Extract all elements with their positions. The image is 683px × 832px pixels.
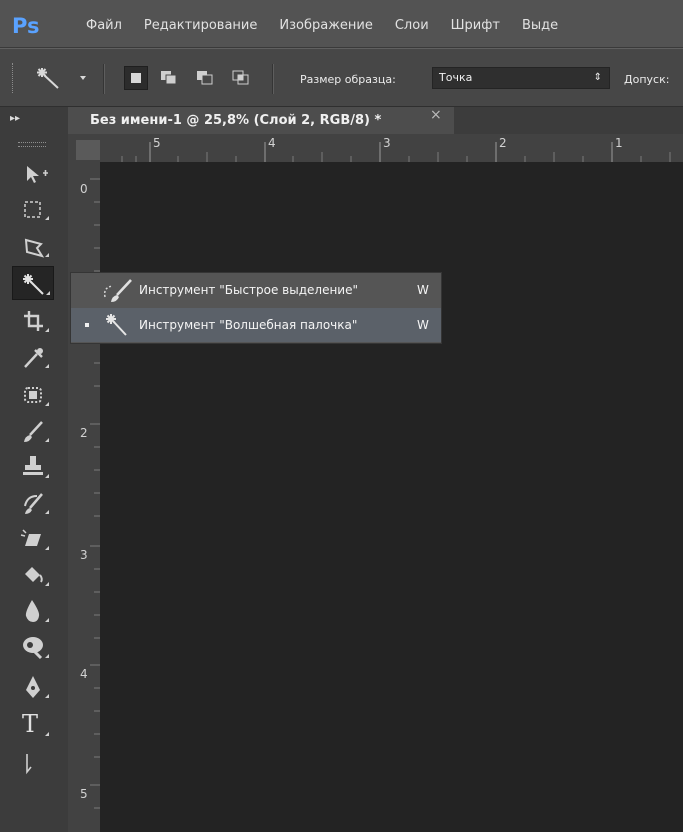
tools-panel: T xyxy=(0,134,68,832)
options-separator xyxy=(103,64,105,94)
eyedropper-tool-icon[interactable] xyxy=(12,340,54,374)
new-selection-button[interactable] xyxy=(124,66,148,90)
vertical-ruler-ticks xyxy=(90,178,100,809)
sample-size-select[interactable]: Точка ⇕ xyxy=(432,67,610,89)
intersect-selection-button[interactable] xyxy=(230,66,254,90)
document-tab-bar: ▸▸ Без имени-1 @ 25,8% (Слой 2, RGB/8) *… xyxy=(0,106,683,135)
paint-bucket-tool-icon[interactable] xyxy=(12,558,54,592)
move-tool-icon[interactable] xyxy=(12,156,54,190)
menu-items: Файл Редактирование Изображение Слои Шри… xyxy=(86,18,558,33)
healing-brush-tool-icon[interactable] xyxy=(12,378,54,412)
quick-selection-shortcut: W xyxy=(417,283,429,297)
stamp-tool-icon[interactable] xyxy=(12,450,54,484)
ruler-label: 2 xyxy=(80,426,88,440)
ruler-label: 1 xyxy=(615,136,623,150)
ruler-label: 5 xyxy=(80,787,88,801)
ruler-label: 5 xyxy=(153,136,161,150)
lasso-tool-icon[interactable] xyxy=(12,230,54,264)
crop-tool-icon[interactable] xyxy=(12,304,54,338)
collapse-panels-icon[interactable]: ▸▸ xyxy=(10,113,20,124)
magic-wand-tool-item[interactable]: Инструмент "Волшебная палочка" W xyxy=(71,308,441,342)
options-separator xyxy=(272,64,274,94)
tool-preset-picker[interactable] xyxy=(32,65,92,93)
add-to-selection-button[interactable] xyxy=(158,66,182,90)
tool-flyout-menu: Инструмент "Быстрое выделение" W Инструм… xyxy=(70,272,442,344)
menu-select[interactable]: Выде xyxy=(522,18,558,33)
ruler-label: 4 xyxy=(268,136,276,150)
app-logo: Ps xyxy=(12,14,40,38)
blur-tool-icon[interactable] xyxy=(12,594,54,628)
ruler-label: 3 xyxy=(383,136,391,150)
ruler-label: 0 xyxy=(80,182,88,196)
document-canvas[interactable] xyxy=(100,162,683,832)
dodge-tool-icon[interactable] xyxy=(12,630,54,664)
options-bar: Размер образца: Точка ⇕ Допуск: xyxy=(0,48,683,106)
magic-wand-tool-icon[interactable] xyxy=(12,266,54,300)
ruler-label: 2 xyxy=(499,136,507,150)
menu-layers[interactable]: Слои xyxy=(395,18,429,33)
options-bar-grip[interactable] xyxy=(12,63,17,93)
subtract-from-selection-button[interactable] xyxy=(194,66,218,90)
brush-tool-icon[interactable] xyxy=(12,414,54,448)
sample-size-value: Точка xyxy=(439,71,473,84)
eraser-tool-icon[interactable] xyxy=(12,522,54,556)
path-selection-tool-icon[interactable] xyxy=(12,744,54,778)
magic-wand-label: Инструмент "Волшебная палочка" xyxy=(139,318,358,332)
quick-selection-icon xyxy=(103,279,132,302)
magic-wand-icon xyxy=(106,314,127,336)
tolerance-label: Допуск: xyxy=(624,73,670,86)
menu-bar: Ps Файл Редактирование Изображение Слои … xyxy=(0,0,683,48)
document-title: Без имени-1 @ 25,8% (Слой 2, RGB/8) * xyxy=(90,113,382,128)
history-brush-tool-icon[interactable] xyxy=(12,486,54,520)
ruler-label: 3 xyxy=(80,548,88,562)
vertical-ruler: 0 2 3 4 5 xyxy=(68,162,100,832)
tools-panel-grip[interactable] xyxy=(18,142,46,147)
type-tool-icon[interactable]: T xyxy=(12,708,54,742)
menu-file[interactable]: Файл xyxy=(86,18,122,33)
ruler-label: 4 xyxy=(80,667,88,681)
marquee-tool-icon[interactable] xyxy=(12,193,54,227)
menu-type[interactable]: Шрифт xyxy=(451,18,500,33)
horizontal-ruler-ticks: 5 4 3 2 1 xyxy=(100,134,683,162)
menu-image[interactable]: Изображение xyxy=(279,18,372,33)
active-tool-indicator xyxy=(85,323,89,327)
select-arrows-icon: ⇕ xyxy=(593,72,602,83)
document-tab[interactable]: Без имени-1 @ 25,8% (Слой 2, RGB/8) * × xyxy=(68,107,454,135)
pen-tool-icon[interactable] xyxy=(12,670,54,704)
sample-size-label: Размер образца: xyxy=(300,73,396,86)
quick-selection-tool-item[interactable]: Инструмент "Быстрое выделение" W xyxy=(71,273,441,307)
ruler-origin[interactable] xyxy=(76,140,100,160)
magic-wand-icon xyxy=(37,68,86,89)
quick-selection-label: Инструмент "Быстрое выделение" xyxy=(139,283,359,297)
magic-wand-shortcut: W xyxy=(417,318,429,332)
close-document-icon[interactable]: × xyxy=(430,107,442,123)
menu-edit[interactable]: Редактирование xyxy=(144,18,257,33)
ruler-ticks-graphic xyxy=(121,142,671,162)
